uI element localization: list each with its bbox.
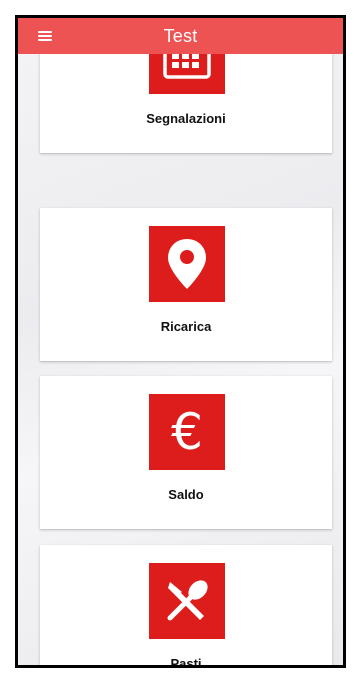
map-pin-icon (168, 239, 206, 289)
spoon-knife-icon (167, 580, 208, 621)
card-ricarica[interactable]: Ricarica (40, 208, 332, 361)
card-label: Pasti (170, 656, 202, 668)
card-label: Saldo (168, 487, 204, 502)
saldo-tile: € (149, 394, 225, 470)
card-label: Segnalazioni (146, 111, 226, 126)
ricarica-tile (149, 226, 225, 302)
card-pasti[interactable]: Pasti (40, 545, 332, 668)
app-bar: Test (18, 18, 343, 54)
card-saldo[interactable]: € Saldo (40, 376, 332, 529)
euro-icon: € (171, 403, 203, 461)
page-title: Test (163, 25, 198, 46)
phone-frame: Segnalazioni Ricarica € Saldo Pasti Test (15, 15, 346, 668)
pasti-tile (149, 563, 225, 639)
card-label: Ricarica (160, 319, 212, 334)
